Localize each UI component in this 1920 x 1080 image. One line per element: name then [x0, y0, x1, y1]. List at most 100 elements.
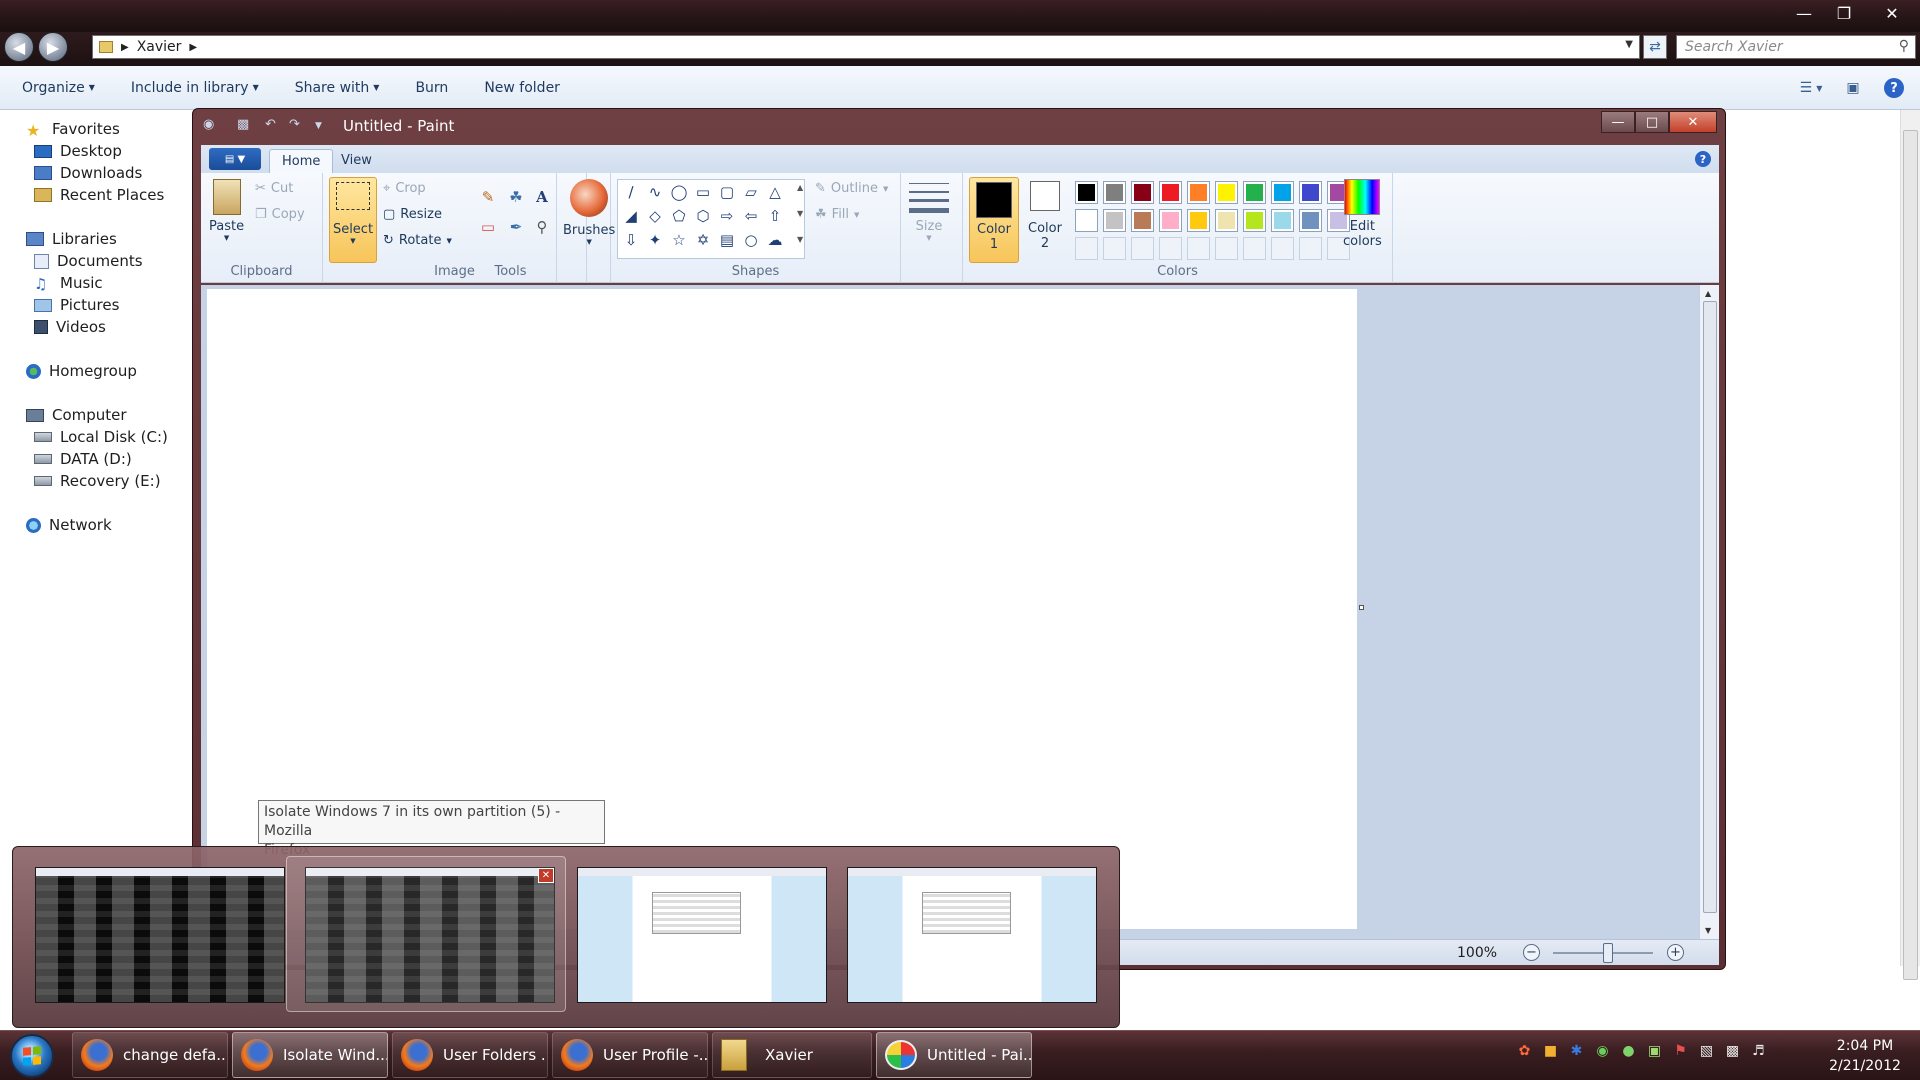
pencil-icon[interactable]: ✎: [477, 187, 499, 207]
breadcrumb-xavier[interactable]: Xavier: [137, 39, 182, 55]
tab-view[interactable]: View: [329, 149, 384, 173]
tray-network-app-icon[interactable]: ◉: [1594, 1042, 1611, 1059]
shapes-scroll-up-icon[interactable]: ▲: [797, 183, 803, 192]
undo-icon[interactable]: ↶: [265, 117, 283, 133]
nav-recent-places[interactable]: Recent Places: [34, 186, 164, 204]
palette-swatch[interactable]: [1103, 181, 1126, 204]
resize-button[interactable]: ▢ Resize: [383, 207, 442, 222]
minimize-button[interactable]: —: [1784, 0, 1824, 26]
left-arrow-shape-icon[interactable]: ⇦: [740, 206, 762, 226]
explorer-titlebar[interactable]: — ❐ ✕: [0, 0, 1920, 32]
paint-vertical-scrollbar[interactable]: ▲ ▼: [1699, 285, 1719, 939]
palette-swatch[interactable]: [1187, 181, 1210, 204]
palette-swatch[interactable]: [1271, 237, 1294, 260]
palette-swatch[interactable]: [1243, 237, 1266, 260]
hexagon-shape-icon[interactable]: ⬡: [692, 206, 714, 226]
rectangle-shape-icon[interactable]: ▭: [692, 182, 714, 202]
zoom-slider-thumb[interactable]: [1603, 943, 1613, 963]
change-view-button[interactable]: ☰ ▼: [1800, 79, 1823, 97]
save-icon[interactable]: ▩: [237, 117, 255, 133]
rotate-button[interactable]: ↻ Rotate ▼: [383, 233, 452, 248]
zoom-in-button[interactable]: +: [1667, 944, 1684, 961]
address-bar[interactable]: ▶ Xavier ▶ ▼: [92, 35, 1640, 59]
wifi-signal-icon[interactable]: ▩: [1724, 1042, 1741, 1059]
brushes-button[interactable]: Brushes ▼: [563, 179, 615, 246]
search-input[interactable]: Search Xavier ⚲: [1676, 35, 1916, 59]
refresh-button[interactable]: ⇄: [1643, 35, 1667, 59]
thumbnail-close-button[interactable]: ✕: [538, 868, 554, 883]
four-point-star-shape-icon[interactable]: ✦: [644, 230, 666, 250]
right-arrow-shape-icon[interactable]: ⇨: [716, 206, 738, 226]
nav-documents[interactable]: Documents: [34, 252, 143, 270]
redo-icon[interactable]: ↷: [289, 117, 307, 133]
nav-network[interactable]: Network: [26, 516, 112, 534]
palette-swatch[interactable]: [1103, 237, 1126, 260]
include-in-library-button[interactable]: Include in library ▼: [131, 80, 259, 96]
taskbar-item-firefox-4[interactable]: User Profile -...: [552, 1032, 708, 1078]
text-tool-icon[interactable]: A: [531, 187, 553, 207]
crop-button[interactable]: ⌖ Crop: [383, 181, 426, 196]
nav-local-disk[interactable]: Local Disk (C:): [34, 428, 168, 446]
share-with-button[interactable]: Share with ▼: [295, 80, 380, 96]
polygon-shape-icon[interactable]: ▱: [740, 182, 762, 202]
size-button[interactable]: Size ▼: [909, 181, 949, 242]
nav-data-disk[interactable]: DATA (D:): [34, 450, 132, 468]
palette-swatch[interactable]: [1159, 181, 1182, 204]
paste-button[interactable]: Paste ▼: [209, 179, 244, 242]
outline-button[interactable]: ✎ Outline ▼: [815, 181, 888, 196]
rounded-callout-shape-icon[interactable]: ▤: [716, 230, 738, 250]
help-button[interactable]: ?: [1884, 78, 1904, 98]
palette-swatch[interactable]: [1159, 209, 1182, 232]
scroll-down-icon[interactable]: ▼: [1705, 926, 1711, 935]
burn-button[interactable]: Burn: [415, 80, 448, 96]
rounded-rectangle-shape-icon[interactable]: ▢: [716, 182, 738, 202]
curve-shape-icon[interactable]: ∿: [644, 182, 666, 202]
security-shield-icon[interactable]: ●: [1620, 1042, 1637, 1059]
palette-swatch[interactable]: [1187, 209, 1210, 232]
paint-help-icon[interactable]: ?: [1695, 151, 1711, 167]
thumbnail-preview-1[interactable]: [35, 867, 285, 1003]
palette-swatch[interactable]: [1215, 181, 1238, 204]
nav-pictures[interactable]: Pictures: [34, 296, 119, 314]
eraser-icon[interactable]: ▭: [477, 217, 499, 237]
palette-swatch[interactable]: [1131, 209, 1154, 232]
back-button[interactable]: ◀: [4, 32, 34, 62]
copy-button[interactable]: ❐ Copy: [255, 207, 305, 222]
select-button[interactable]: Select ▼: [329, 177, 377, 263]
six-point-star-shape-icon[interactable]: ✡: [692, 230, 714, 250]
shapes-gallery[interactable]: ∕ ∿ ◯ ▭ ▢ ▱ △ ◢ ◇ ⬠ ⬡ ⇨ ⇦ ⇧ ⇩ ✦ ☆ ✡ ▤ ○: [617, 179, 805, 259]
taskbar-item-firefox-3[interactable]: User Folders ...: [392, 1032, 548, 1078]
bluetooth-icon[interactable]: ✱: [1568, 1042, 1585, 1059]
safely-remove-hardware-icon[interactable]: ▣: [1646, 1042, 1663, 1059]
palette-swatch[interactable]: [1271, 209, 1294, 232]
down-arrow-shape-icon[interactable]: ⇩: [620, 230, 642, 250]
paint-close-button[interactable]: ✕: [1669, 111, 1717, 133]
forward-button[interactable]: ▶: [38, 32, 68, 62]
fill-bucket-icon[interactable]: ☘: [505, 187, 527, 207]
nav-desktop[interactable]: Desktop: [34, 142, 122, 160]
preview-pane-button[interactable]: ▣: [1842, 79, 1864, 97]
scrollbar-thumb[interactable]: [1903, 130, 1918, 980]
paint-titlebar[interactable]: ◉ ▩ ↶ ↷ ▼ Untitled - Paint — □ ✕: [193, 109, 1725, 139]
palette-swatch[interactable]: [1243, 209, 1266, 232]
palette-swatch[interactable]: [1271, 181, 1294, 204]
nav-homegroup[interactable]: Homegroup: [26, 362, 137, 380]
tab-home[interactable]: Home: [269, 149, 334, 173]
palette-swatch[interactable]: [1131, 181, 1154, 204]
nav-downloads[interactable]: Downloads: [34, 164, 142, 182]
nav-computer[interactable]: Computer: [26, 406, 127, 424]
scroll-up-icon[interactable]: ▲: [1705, 289, 1711, 298]
taskbar-item-paint[interactable]: Untitled - Pai...: [876, 1032, 1032, 1078]
paint-minimize-button[interactable]: —: [1601, 111, 1635, 133]
paint-maximize-button[interactable]: □: [1635, 111, 1669, 133]
action-center-flag-icon[interactable]: ⚑: [1672, 1042, 1689, 1059]
palette-swatch[interactable]: [1131, 237, 1154, 260]
palette-swatch[interactable]: [1299, 209, 1322, 232]
canvas-resize-handle[interactable]: [1359, 605, 1364, 610]
taskbar-item-firefox-2[interactable]: Isolate Wind...: [232, 1032, 388, 1078]
color1-button[interactable]: Color 1: [969, 177, 1019, 263]
palette-swatch[interactable]: [1075, 181, 1098, 204]
oval-callout-shape-icon[interactable]: ○: [740, 230, 762, 250]
palette-swatch[interactable]: [1215, 209, 1238, 232]
shapes-more-icon[interactable]: ▼: [797, 235, 803, 244]
